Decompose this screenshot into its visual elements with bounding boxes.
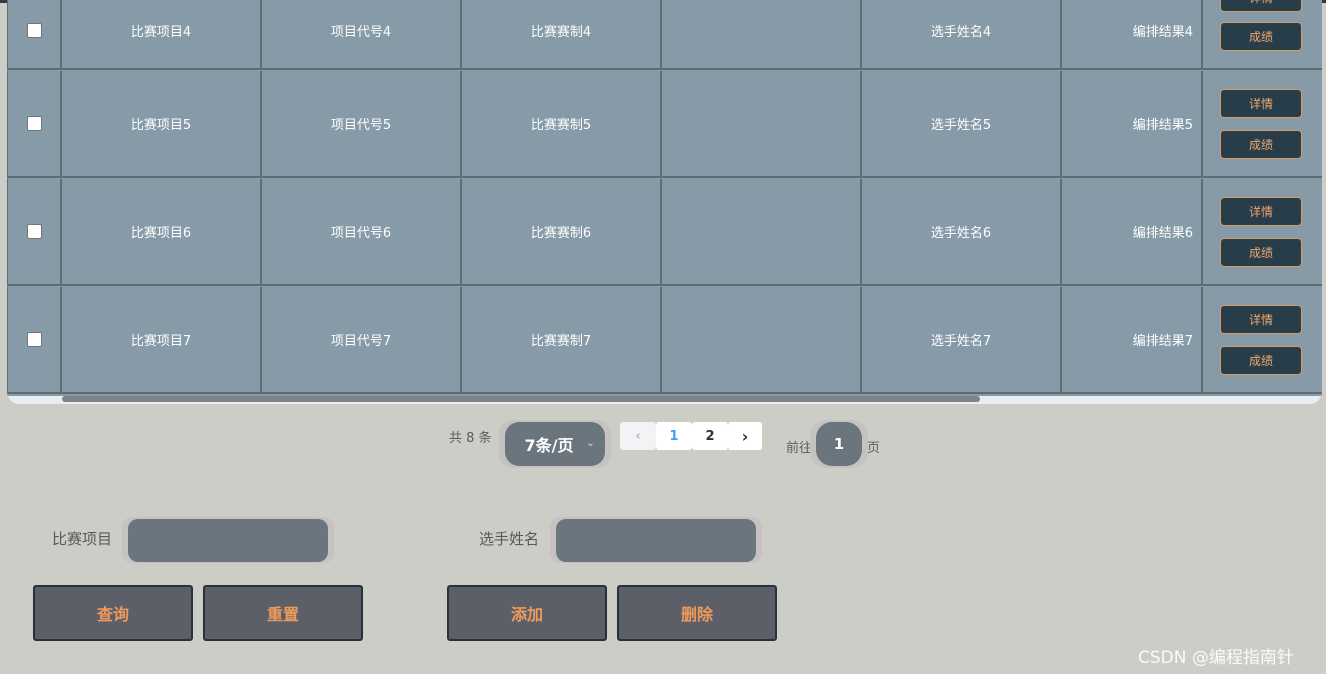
row-select-cell	[7, 0, 62, 70]
score-button[interactable]: 成绩	[1220, 130, 1302, 159]
page-1-button[interactable]: 1	[656, 422, 692, 450]
next-page-button[interactable]: ›	[728, 422, 762, 450]
table-row: 比赛项目6 项目代号6 比赛赛制6 选手姓名6 编排结果6 详情 成绩	[7, 179, 1322, 287]
detail-button[interactable]: 详情	[1220, 305, 1302, 334]
cell-code: 项目代号4	[262, 0, 462, 70]
query-button[interactable]: 查询	[33, 585, 193, 641]
project-input[interactable]	[128, 519, 328, 562]
cell-blank	[662, 0, 862, 70]
cell-project: 比赛项目7	[62, 287, 262, 394]
chevron-down-icon: ⌄	[585, 436, 595, 449]
table-row: 比赛项目4 项目代号4 比赛赛制4 选手姓名4 编排结果4 详情 成绩	[7, 0, 1322, 71]
page-2-button[interactable]: 2	[692, 422, 728, 450]
detail-button[interactable]: 详情	[1220, 89, 1302, 118]
player-input-wrap	[550, 517, 762, 563]
cell-player: 选手姓名6	[862, 179, 1062, 286]
detail-button[interactable]: 详情	[1220, 0, 1302, 12]
table-row: 比赛项目7 项目代号7 比赛赛制7 选手姓名7 编排结果7 详情 成绩	[7, 287, 1322, 395]
chevron-left-icon: ‹	[635, 428, 641, 444]
cell-blank	[662, 71, 862, 178]
delete-button[interactable]: 删除	[617, 585, 777, 641]
row-select-cell	[7, 71, 62, 178]
score-button[interactable]: 成绩	[1220, 238, 1302, 267]
table-row: 比赛项目5 项目代号5 比赛赛制5 选手姓名5 编排结果5 详情 成绩	[7, 71, 1322, 179]
row-checkbox[interactable]	[26, 23, 42, 38]
cell-result: 编排结果4	[1062, 0, 1203, 70]
cell-blank	[662, 179, 862, 286]
goto-page-input[interactable]: 1	[816, 422, 862, 466]
cell-blank	[662, 287, 862, 394]
cell-format: 比赛赛制4	[462, 0, 662, 70]
player-label: 选手姓名	[479, 530, 540, 548]
row-checkbox[interactable]	[26, 116, 42, 131]
cell-code: 项目代号6	[262, 179, 462, 286]
cell-player: 选手姓名4	[862, 0, 1062, 70]
cell-format: 比赛赛制7	[462, 287, 662, 394]
player-input[interactable]	[556, 519, 756, 562]
prev-page-button[interactable]: ‹	[620, 422, 656, 450]
cell-result: 编排结果6	[1062, 179, 1203, 286]
cell-format: 比赛赛制5	[462, 71, 662, 178]
row-checkbox[interactable]	[26, 224, 42, 239]
cell-code: 项目代号5	[262, 71, 462, 178]
cell-result: 编排结果5	[1062, 71, 1203, 178]
row-select-cell	[7, 179, 62, 286]
score-button[interactable]: 成绩	[1220, 346, 1302, 375]
page-size-select-wrap: 7条/页 ⌄	[499, 420, 611, 468]
goto-suffix: 页	[867, 441, 881, 456]
cell-operations: 详情 成绩	[1203, 179, 1322, 286]
cell-operations: 详情 成绩	[1203, 71, 1322, 178]
cell-project: 比赛项目5	[62, 71, 262, 178]
page-size-select[interactable]: 7条/页 ⌄	[505, 422, 605, 466]
cell-code: 项目代号7	[262, 287, 462, 394]
horizontal-scrollbar-thumb[interactable]	[62, 396, 980, 402]
pagination-total: 共 8 条	[449, 431, 492, 446]
cell-player: 选手姓名5	[862, 71, 1062, 178]
goto-label: 前往	[786, 441, 813, 456]
cell-result: 编排结果7	[1062, 287, 1203, 394]
cell-operations: 详情 成绩	[1203, 287, 1322, 394]
cell-operations: 详情 成绩	[1203, 0, 1322, 70]
goto-input-wrap: 1	[810, 420, 868, 468]
row-checkbox[interactable]	[26, 332, 42, 347]
detail-button[interactable]: 详情	[1220, 197, 1302, 226]
project-label: 比赛项目	[52, 530, 113, 548]
cell-player: 选手姓名7	[862, 287, 1062, 394]
chevron-right-icon: ›	[741, 426, 749, 446]
add-button[interactable]: 添加	[447, 585, 607, 641]
cell-project: 比赛项目6	[62, 179, 262, 286]
data-table: 比赛项目4 项目代号4 比赛赛制4 选手姓名4 编排结果4 详情 成绩 比赛项目…	[7, 0, 1322, 404]
score-button[interactable]: 成绩	[1220, 22, 1302, 51]
project-input-wrap	[122, 517, 334, 563]
row-select-cell	[7, 287, 62, 394]
cell-format: 比赛赛制6	[462, 179, 662, 286]
watermark: CSDN @编程指南针	[1138, 648, 1294, 668]
reset-button[interactable]: 重置	[203, 585, 363, 641]
cell-project: 比赛项目4	[62, 0, 262, 70]
